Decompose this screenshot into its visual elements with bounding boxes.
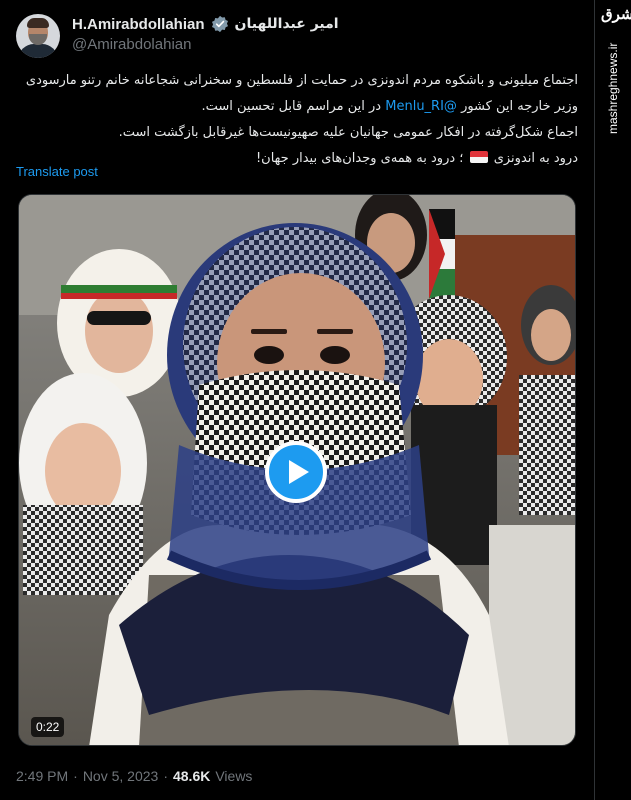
- post-line-2: وزیر خارجه این کشور @Menlu_RI در این مرا…: [16, 94, 578, 120]
- post-meta: 2:49 PM · Nov 5, 2023 · 48.6K Views: [16, 766, 252, 786]
- post-line-4: درود به اندونزی ؛ درود به همه‌ی وجدان‌ها…: [16, 146, 578, 172]
- video-duration: 0:22: [31, 717, 65, 737]
- translate-post-link[interactable]: Translate post: [16, 164, 98, 179]
- post-line-2-a: وزیر خارجه این کشور: [461, 99, 578, 114]
- tweet-card: H.Amirabdollahian امیر عبداللهیان @Amira…: [0, 0, 600, 800]
- meta-separator: ·: [73, 768, 78, 784]
- video-player[interactable]: 0:22: [18, 194, 576, 746]
- post-line-4-b: ؛ درود به همه‌ی وجدان‌های بیدار جهان!: [255, 151, 464, 166]
- mashregh-logo: مشرق: [601, 5, 631, 23]
- author-display-name-fa: امیر عبداللهیان: [234, 16, 339, 32]
- verified-badge-icon: [211, 15, 228, 33]
- play-icon: [288, 460, 309, 484]
- author-name-row[interactable]: H.Amirabdollahian امیر عبداللهیان: [72, 14, 339, 34]
- post-text: اجتماع میلیونی و باشکوه مردم اندونزی در …: [16, 68, 578, 172]
- post-date[interactable]: Nov 5, 2023: [83, 768, 159, 784]
- views-label: Views: [215, 768, 253, 784]
- post-line-1: اجتماع میلیونی و باشکوه مردم اندونزی در …: [25, 73, 578, 88]
- mention-link[interactable]: @Menlu_RI: [385, 99, 457, 114]
- author-handle[interactable]: @Amirabdolahian: [72, 36, 191, 53]
- indonesia-flag-icon: [469, 151, 488, 163]
- avatar[interactable]: [16, 14, 60, 58]
- views-count: 48.6K: [172, 768, 211, 784]
- meta-separator-2: ·: [163, 768, 168, 784]
- post-line-2-b: در این مراسم قابل تحسین است.: [201, 99, 382, 114]
- post-line-3: اجماع شکل‌گرفته در افکار عمومی جهانیان ع…: [118, 125, 578, 140]
- post-time[interactable]: 2:49 PM: [16, 768, 68, 784]
- author-display-name[interactable]: H.Amirabdollahian: [72, 16, 205, 33]
- watermark-site: mashreghnews.ir: [606, 42, 620, 134]
- post-line-4-a: درود به اندونزی: [493, 151, 578, 166]
- play-button[interactable]: [265, 441, 327, 503]
